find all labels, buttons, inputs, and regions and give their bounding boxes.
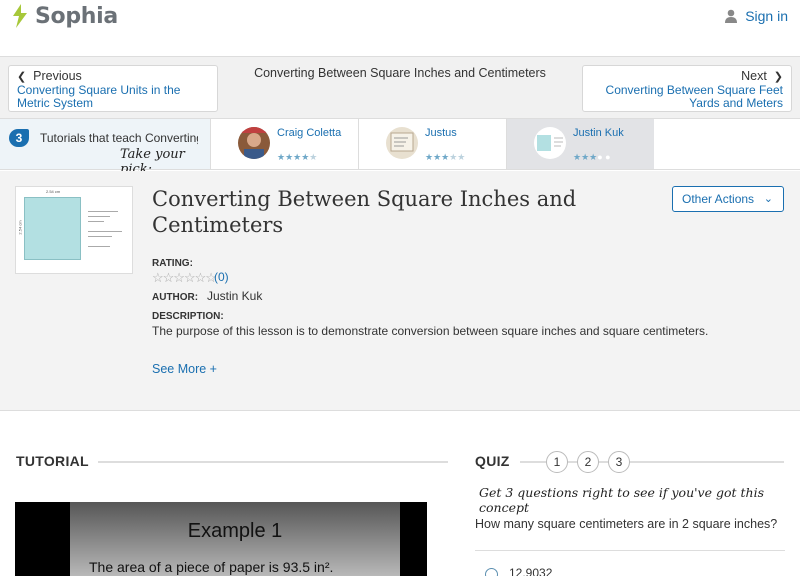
tutorial-author-name: Justus	[425, 127, 457, 139]
lesson-title: Converting Between Square Inches and Cen…	[152, 187, 577, 237]
previous-label: Previous	[33, 69, 82, 83]
sophia-logo-icon	[13, 4, 27, 28]
rating-stars-input[interactable]: ☆☆☆☆☆☆	[152, 270, 217, 286]
answer-text: 12.9032	[509, 566, 553, 576]
quiz-question-text: How many square centimeters are in 2 squ…	[475, 517, 778, 531]
divider	[98, 461, 448, 463]
tutorial-picker: 3 Tutorials that teach Converting Betwee…	[0, 118, 800, 177]
answer-radio[interactable]	[485, 568, 498, 576]
author-label: AUTHOR:	[152, 292, 199, 303]
user-icon	[725, 9, 738, 23]
rating-stars: ★★★★★	[277, 152, 318, 162]
brand-name: Sophia	[35, 3, 118, 29]
current-lesson-title: Converting Between Square Inches and Cen…	[254, 66, 546, 80]
next-lesson-button[interactable]: Next ❯ Converting Between Square Feet Ya…	[582, 65, 792, 112]
next-lesson-link[interactable]: Converting Between Square Feet Yards and…	[591, 84, 783, 110]
avatar	[386, 127, 418, 159]
avatar	[238, 127, 270, 159]
quiz-question-1[interactable]: 1	[546, 451, 568, 473]
thumb-text-line	[88, 236, 112, 237]
tutorial-heading: TUTORIAL	[16, 453, 89, 469]
sophia-logo[interactable]: Sophia	[10, 3, 118, 29]
see-more-link[interactable]: See More +	[152, 362, 217, 376]
tutorial-option-justin-kuk[interactable]: Justin Kuk ★★★● ●	[506, 119, 654, 169]
previous-lesson-button[interactable]: ❮ Previous Converting Square Units in th…	[8, 65, 218, 112]
thumb-text-line	[88, 211, 118, 212]
slide-text: The area of a piece of paper is 93.5 in²…	[89, 559, 334, 575]
tutorial-author-name: Craig Coletta	[277, 127, 342, 139]
tutorial-count-badge: 3	[9, 129, 29, 147]
sign-in-label: Sign in	[745, 8, 788, 24]
tutorial-option-craig-coletta[interactable]: Craig Coletta ★★★★★	[210, 119, 358, 169]
rating-label: RATING:	[152, 258, 193, 269]
tutorial-video-player[interactable]: Example 1 The area of a piece of paper i…	[15, 502, 427, 576]
lesson-thumbnail[interactable]: 2.54 cm 2.54 cm	[15, 186, 133, 274]
chevron-right-icon: ❯	[773, 71, 783, 83]
previous-lesson-link[interactable]: Converting Square Units in the Metric Sy…	[17, 84, 209, 110]
rating-count[interactable]: (0)	[214, 270, 229, 284]
site-header: Sophia Sign in	[0, 0, 800, 57]
thumb-text-line	[88, 231, 122, 232]
author-name: Justin Kuk	[207, 289, 263, 303]
chevron-left-icon: ❮	[17, 71, 27, 83]
video-slide: Example 1 The area of a piece of paper i…	[70, 502, 400, 576]
other-actions-dropdown[interactable]: Other Actions ⌄	[672, 186, 784, 212]
lesson-navigation: ❮ Previous Converting Square Units in th…	[0, 57, 800, 118]
thumb-top-label: 2.54 cm	[46, 189, 61, 194]
quiz-hint: Get 3 questions right to see if you've g…	[479, 485, 764, 515]
tutorial-author-name: Justin Kuk	[573, 127, 624, 139]
tutorial-option-justus[interactable]: Justus ★★★★★	[358, 119, 506, 169]
chevron-down-icon: ⌄	[763, 193, 773, 205]
answer-option[interactable]: 12.9032	[475, 550, 785, 576]
sign-in-link[interactable]: Sign in	[725, 8, 788, 24]
thumb-square	[24, 197, 81, 260]
picker-label: Tutorials that teach Converting Between …	[40, 131, 198, 145]
other-actions-label: Other Actions	[682, 192, 755, 206]
lesson-overview: 2.54 cm 2.54 cm Converting Between Squar…	[0, 171, 800, 411]
thumb-text-line	[88, 221, 104, 222]
avatar	[534, 127, 566, 159]
quiz-question-3[interactable]: 3	[608, 451, 630, 473]
thumb-text-line	[88, 216, 110, 217]
description-label: DESCRIPTION:	[152, 311, 224, 322]
thumb-side-label: 2.54 cm	[17, 220, 23, 235]
quiz-question-2[interactable]: 2	[577, 451, 599, 473]
picker-intro: 3 Tutorials that teach Converting Betwee…	[0, 119, 210, 177]
slide-title: Example 1	[187, 520, 283, 542]
rating-stars: ★★★★★	[425, 152, 466, 162]
next-label: Next	[741, 69, 767, 83]
thumb-text-line	[88, 246, 110, 247]
description-text: The purpose of this lesson is to demonst…	[152, 324, 709, 338]
rating-stars: ★★★● ●	[573, 152, 611, 162]
quiz-heading: QUIZ	[475, 453, 510, 469]
